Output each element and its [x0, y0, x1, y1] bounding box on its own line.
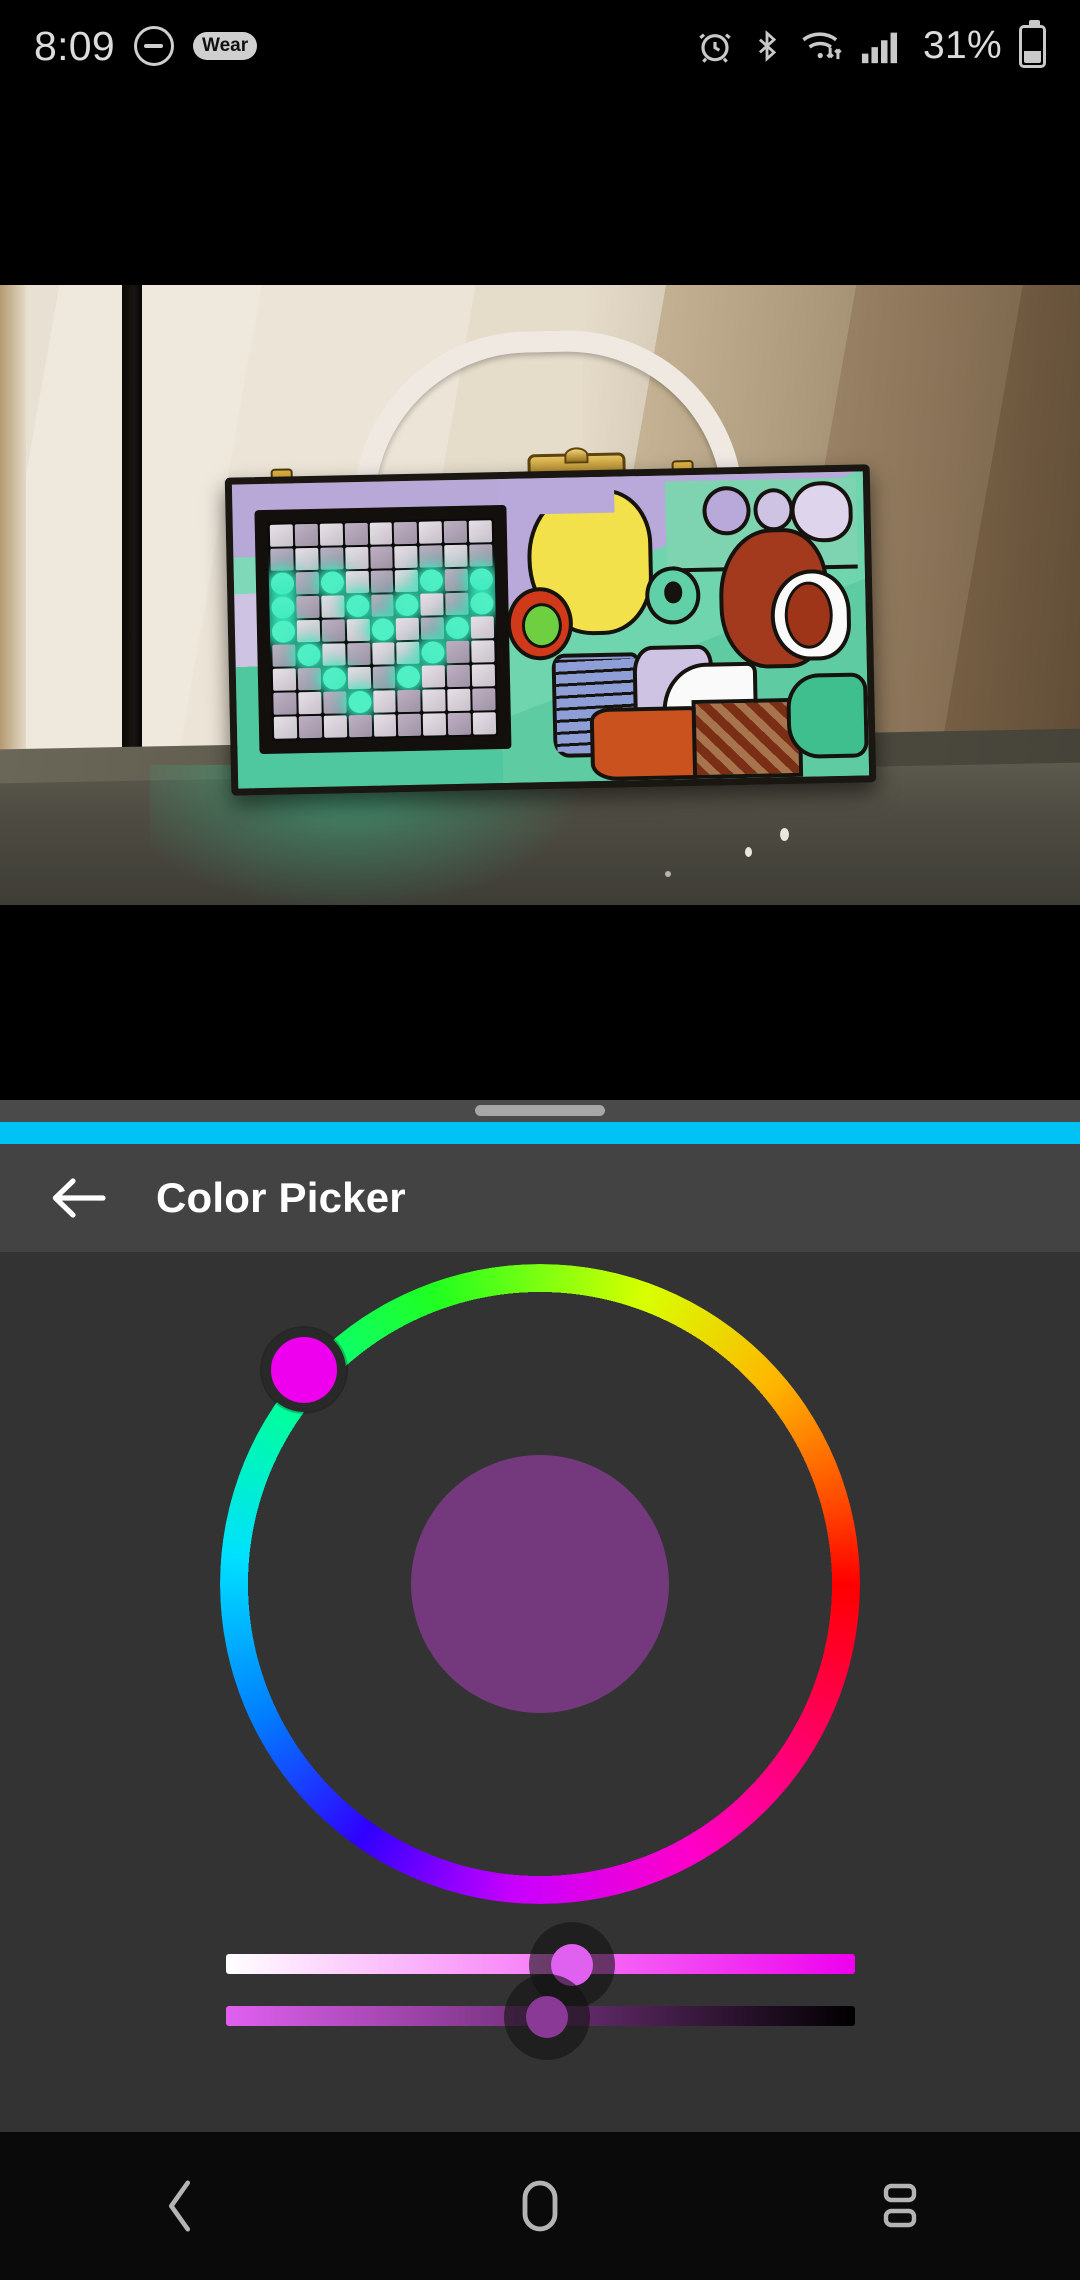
- hue-wheel[interactable]: [220, 1264, 860, 1904]
- bottom-sheet-handle-row[interactable]: [0, 1100, 1080, 1122]
- battery-icon: [1019, 19, 1046, 68]
- art-circle-1: [702, 485, 751, 536]
- shelf-speck: [780, 828, 789, 841]
- status-bar-left: 8:09 Wear: [34, 22, 258, 70]
- bag-body: [224, 464, 877, 796]
- shelf-speck: [665, 871, 671, 877]
- status-bar-right: 31%: [695, 19, 1046, 68]
- wifi-icon: [802, 32, 842, 60]
- app-header: Color Picker: [0, 1144, 1080, 1252]
- arrow-left-icon: [52, 1178, 106, 1218]
- art-green-form: [786, 672, 869, 759]
- photo-region: [0, 92, 1080, 1124]
- art-orange-form: [589, 705, 701, 782]
- wear-badge-icon: Wear: [193, 32, 258, 60]
- accent-bar: [0, 1122, 1080, 1144]
- do-not-disturb-icon: [134, 26, 174, 66]
- value-slider[interactable]: [226, 1974, 855, 2060]
- color-preview-swatch: [411, 1455, 669, 1713]
- status-bar: 8:09 Wear 31%: [0, 0, 1080, 92]
- dark-frame-edge: [122, 285, 142, 767]
- nav-recents-button[interactable]: [720, 2132, 1080, 2280]
- color-picker-body: [0, 1252, 1080, 2132]
- status-clock: 8:09: [34, 22, 115, 69]
- led-matrix-window: [254, 504, 512, 755]
- handbag-photo: [0, 285, 1080, 905]
- android-nav-bar: [0, 2132, 1080, 2280]
- cellular-signal-icon: [861, 32, 898, 64]
- back-icon: [168, 2180, 191, 2232]
- back-button[interactable]: [46, 1165, 112, 1231]
- saturation-slider[interactable]: [226, 1922, 855, 2008]
- handbag: [224, 326, 877, 796]
- clasp-knob: [564, 447, 589, 464]
- bluetooth-icon: [759, 30, 777, 62]
- recents-icon: [883, 2183, 917, 2228]
- home-icon: [522, 2180, 558, 2232]
- nav-back-button[interactable]: [0, 2132, 360, 2280]
- page-title: Color Picker: [156, 1174, 406, 1221]
- hue-thumb[interactable]: [261, 1328, 346, 1413]
- led-grid: [268, 518, 499, 741]
- battery-percent-label: 31%: [923, 24, 1002, 67]
- nav-home-button[interactable]: [360, 2132, 720, 2280]
- shelf-speck: [745, 847, 752, 857]
- alarm-clock-icon: [699, 33, 731, 63]
- art-eye-pupil: [663, 581, 683, 604]
- drag-handle[interactable]: [475, 1105, 605, 1116]
- wall-corner-trim: [0, 285, 26, 767]
- value-thumb[interactable]: [525, 1996, 568, 2038]
- painted-art: [496, 471, 870, 784]
- art-lavender-top: [504, 482, 615, 516]
